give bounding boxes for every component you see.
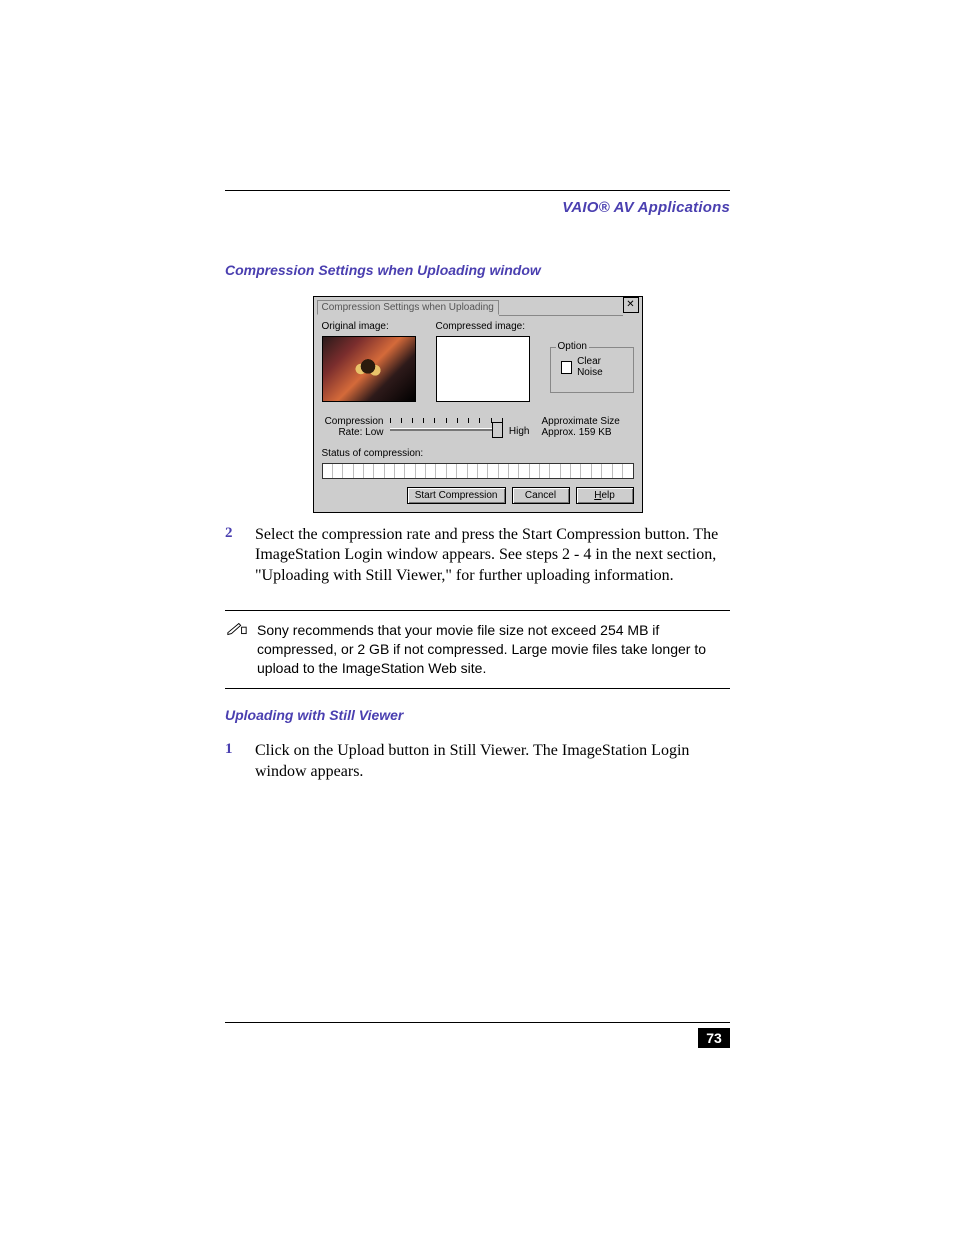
step-2-text: Select the compression rate and press th… [255,525,730,586]
help-button[interactable]: Help [576,487,634,504]
option-legend: Option [556,341,589,352]
original-image-label: Original image: [322,321,416,332]
footer-rule [225,1022,730,1023]
original-image-thumb [322,336,416,402]
start-compression-button[interactable]: Start Compression [407,487,506,504]
status-label: Status of compression: [322,448,634,459]
compression-dialog: Compression Settings when Uploading ✕ Or… [313,296,643,513]
section-heading-uploading: Uploading with Still Viewer [225,707,730,723]
section-heading-compression: Compression Settings when Uploading wind… [225,262,730,278]
option-group: Option Clear Noise [550,347,634,393]
page-number: 73 [698,1028,730,1048]
step-1b-text: Click on the Upload button in Still View… [255,741,730,782]
close-icon[interactable]: ✕ [623,297,639,313]
compression-rate-label: Compression Rate: Low [322,416,384,438]
dialog-title-tab: Compression Settings when Uploading [317,300,499,315]
slider-high-label: High [509,426,530,438]
note-icon [225,621,249,678]
compression-slider[interactable] [390,418,503,438]
note-text: Sony recommends that your movie file siz… [257,621,730,678]
compressed-image-label: Compressed image: [436,321,530,332]
clear-noise-checkbox[interactable]: Clear Noise [561,356,623,378]
note-box: Sony recommends that your movie file siz… [225,610,730,689]
clear-noise-label: Clear Noise [577,356,622,378]
progress-bar [322,463,634,479]
cancel-button[interactable]: Cancel [512,487,570,504]
header-rule [225,190,730,191]
slider-handle[interactable] [492,422,503,438]
step-number-1: 1 [225,741,237,782]
compressed-image-thumb [436,336,530,402]
header-title: VAIO® AV Applications [225,199,730,216]
step-number-2: 2 [225,525,237,586]
approximate-size: Approximate Size Approx. 159 KB [542,416,634,438]
